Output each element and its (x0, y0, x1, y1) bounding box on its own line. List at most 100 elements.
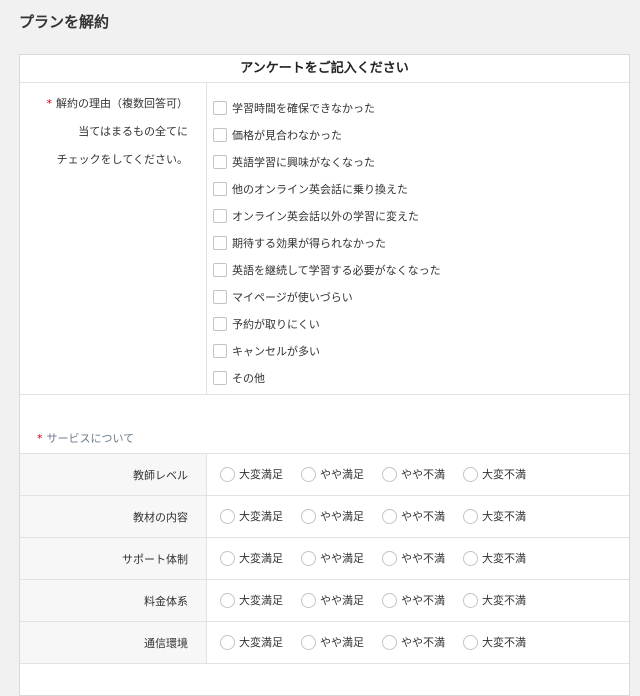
checkbox[interactable] (213, 262, 227, 277)
rating-option-label: やや不満 (401, 636, 445, 649)
rating-option[interactable]: やや不満 (382, 508, 463, 524)
radio-button[interactable] (220, 508, 235, 524)
reason-option-label: オンライン英会話以外の学習に変えた (232, 209, 419, 223)
rating-option[interactable]: 大変満足 (220, 634, 301, 650)
rating-options: 大変満足 やや満足 やや不満 大変不満 (220, 634, 544, 650)
radio-button[interactable] (220, 550, 235, 566)
checkbox[interactable] (213, 370, 227, 385)
rating-row-label: 料金体系 (20, 580, 207, 621)
radio-button[interactable] (301, 466, 316, 482)
reason-option[interactable]: その他 (213, 364, 441, 391)
reason-option[interactable]: 期待する効果が得られなかった (213, 229, 441, 256)
radio-button[interactable] (382, 592, 397, 608)
rating-option[interactable]: 大変満足 (220, 466, 301, 482)
rating-row-label: 教師レベル (20, 454, 207, 495)
radio-button[interactable] (301, 508, 316, 524)
reason-option-label: 予約が取りにくい (232, 317, 320, 331)
rating-option[interactable]: やや満足 (301, 634, 382, 650)
radio-button[interactable] (463, 634, 478, 650)
reason-label-line-2: 当てはまるもの全てに (78, 125, 188, 138)
reason-section: * 解約の理由（複数回答可） 当てはまるもの全てに チェックをしてください。 学習… (20, 83, 629, 395)
reason-label-line-1: * 解約の理由（複数回答可） (47, 95, 189, 111)
rating-option[interactable]: 大変不満 (463, 508, 544, 524)
reason-option[interactable]: 英語を継続して学習する必要がなくなった (213, 256, 441, 283)
reason-label: * 解約の理由（複数回答可） 当てはまるもの全てに チェックをしてください。 (20, 83, 207, 394)
checkbox[interactable] (213, 316, 227, 331)
radio-button[interactable] (220, 592, 235, 608)
reason-label-line-3: チェックをしてください。 (56, 153, 188, 166)
rating-row: 教材の内容 大変満足 やや満足 やや不満 大変不満 (20, 496, 629, 538)
reason-option[interactable]: マイページが使いづらい (213, 283, 441, 310)
reason-option[interactable]: 英語学習に興味がなくなった (213, 148, 441, 175)
rating-row-label-text: 教師レベル (133, 469, 188, 482)
radio-button[interactable] (382, 634, 397, 650)
radio-button[interactable] (382, 508, 397, 524)
reason-option[interactable]: 予約が取りにくい (213, 310, 441, 337)
radio-button[interactable] (463, 508, 478, 524)
radio-button[interactable] (301, 592, 316, 608)
radio-button[interactable] (220, 466, 235, 482)
checkbox[interactable] (213, 289, 227, 304)
reason-option[interactable]: オンライン英会話以外の学習に変えた (213, 202, 441, 229)
reason-option[interactable]: 価格が見合わなかった (213, 121, 441, 148)
rating-option-label: 大変満足 (239, 468, 283, 481)
reason-option-label: 学習時間を確保できなかった (232, 101, 375, 115)
reason-option[interactable]: 他のオンライン英会話に乗り換えた (213, 175, 441, 202)
rating-option[interactable]: やや満足 (301, 466, 382, 482)
rating-option[interactable]: 大変満足 (220, 592, 301, 608)
rating-option-label: 大変不満 (482, 468, 526, 481)
rating-option[interactable]: 大変満足 (220, 508, 301, 524)
checkbox[interactable] (213, 343, 227, 358)
rating-option-label: 大変不満 (482, 552, 526, 565)
rating-option[interactable]: 大変満足 (220, 550, 301, 566)
rating-option-label: やや満足 (320, 594, 364, 607)
rating-row: 料金体系 大変満足 やや満足 やや不満 大変不満 (20, 580, 629, 622)
checkbox[interactable] (213, 154, 227, 169)
checkbox[interactable] (213, 127, 227, 142)
rating-option[interactable]: やや満足 (301, 508, 382, 524)
radio-button[interactable] (463, 466, 478, 482)
radio-button[interactable] (382, 466, 397, 482)
rating-option-label: 大変不満 (482, 510, 526, 523)
checkbox[interactable] (213, 235, 227, 250)
rating-option[interactable]: やや満足 (301, 592, 382, 608)
rating-option[interactable]: 大変不満 (463, 466, 544, 482)
radio-button[interactable] (382, 550, 397, 566)
reason-option[interactable]: キャンセルが多い (213, 337, 441, 364)
rating-option[interactable]: やや満足 (301, 550, 382, 566)
rating-row-label: 通信環境 (20, 622, 207, 663)
service-section-header: * サービスについて (20, 395, 629, 454)
radio-button[interactable] (220, 634, 235, 650)
rating-option[interactable]: 大変不満 (463, 592, 544, 608)
reason-option-label: 期待する効果が得られなかった (232, 236, 386, 250)
checkbox[interactable] (213, 181, 227, 196)
rating-option[interactable]: やや不満 (382, 466, 463, 482)
checkbox[interactable] (213, 208, 227, 223)
rating-option[interactable]: 大変不満 (463, 634, 544, 650)
rating-option-label: 大変満足 (239, 510, 283, 523)
rating-row-label-text: 料金体系 (144, 595, 188, 608)
rating-option-label: 大変不満 (482, 636, 526, 649)
rating-option[interactable]: やや不満 (382, 592, 463, 608)
rating-option-label: やや不満 (401, 552, 445, 565)
radio-button[interactable] (463, 592, 478, 608)
radio-button[interactable] (463, 550, 478, 566)
survey-card: アンケートをご記入ください * 解約の理由（複数回答可） 当てはまるもの全てに チ… (19, 54, 630, 696)
rating-option-label: 大変満足 (239, 552, 283, 565)
rating-options: 大変満足 やや満足 やや不満 大変不満 (220, 508, 544, 524)
checkbox[interactable] (213, 100, 227, 115)
rating-option-label: やや満足 (320, 468, 364, 481)
rating-option[interactable]: 大変不満 (463, 550, 544, 566)
reason-option-label: 価格が見合わなかった (232, 128, 342, 142)
radio-button[interactable] (301, 550, 316, 566)
rating-option[interactable]: やや不満 (382, 634, 463, 650)
reason-label-text: 解約の理由（複数回答可） (56, 97, 188, 110)
reason-option-label: その他 (232, 371, 265, 385)
reason-option[interactable]: 学習時間を確保できなかった (213, 94, 441, 121)
reason-option-label: マイページが使いづらい (232, 290, 353, 304)
service-label: * サービスについて (37, 430, 134, 446)
reason-option-label: 英語を継続して学習する必要がなくなった (232, 263, 441, 277)
rating-option[interactable]: やや不満 (382, 550, 463, 566)
rating-option-label: やや満足 (320, 552, 364, 565)
radio-button[interactable] (301, 634, 316, 650)
